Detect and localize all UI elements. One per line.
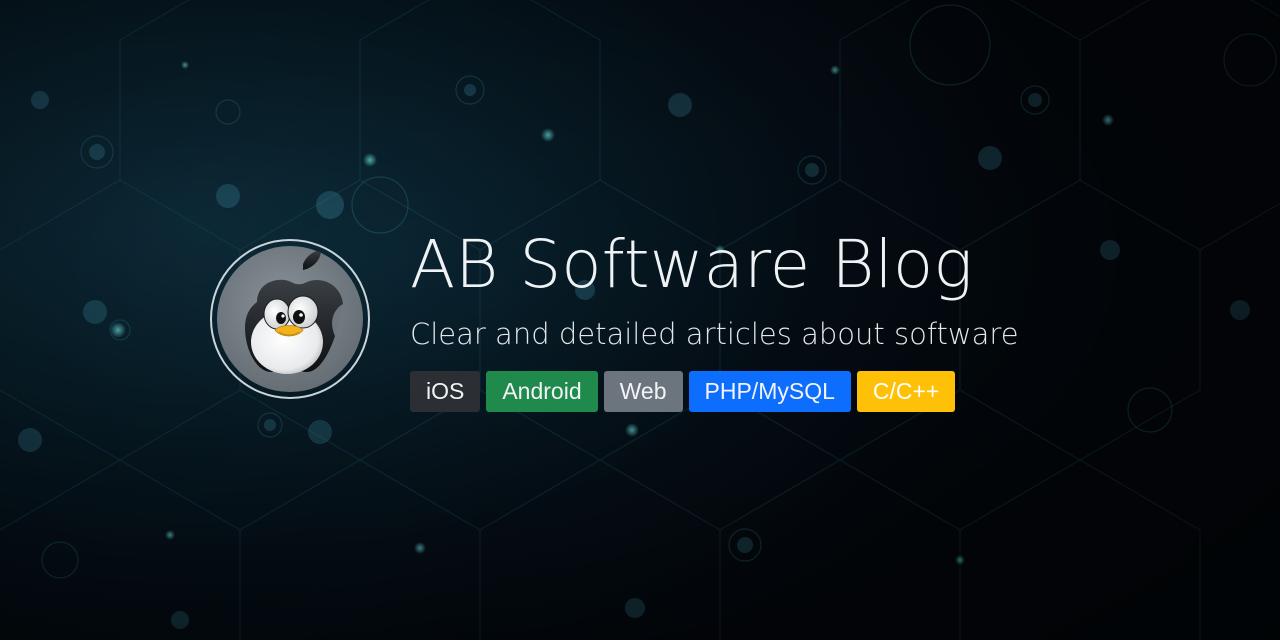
logo-circle xyxy=(217,246,363,392)
blog-title: AB Software Blog xyxy=(410,226,973,303)
tag-c-cpp[interactable]: C/C++ xyxy=(856,371,956,412)
blog-subtitle: Clear and detailed articles about softwa… xyxy=(410,317,1019,351)
tag-web[interactable]: Web xyxy=(603,371,683,412)
tag-ios[interactable]: iOS xyxy=(410,371,481,412)
blog-logo xyxy=(210,239,370,399)
banner: AB Software Blog Clear and detailed arti… xyxy=(0,0,1280,640)
tag-android[interactable]: Android xyxy=(486,371,598,412)
penguin-apple-icon xyxy=(245,250,343,374)
header-text: AB Software Blog Clear and detailed arti… xyxy=(410,220,1019,412)
tag-php-mysql[interactable]: PHP/MySQL xyxy=(688,371,851,412)
tag-list: iOS Android Web PHP/MySQL C/C++ xyxy=(410,371,1019,412)
